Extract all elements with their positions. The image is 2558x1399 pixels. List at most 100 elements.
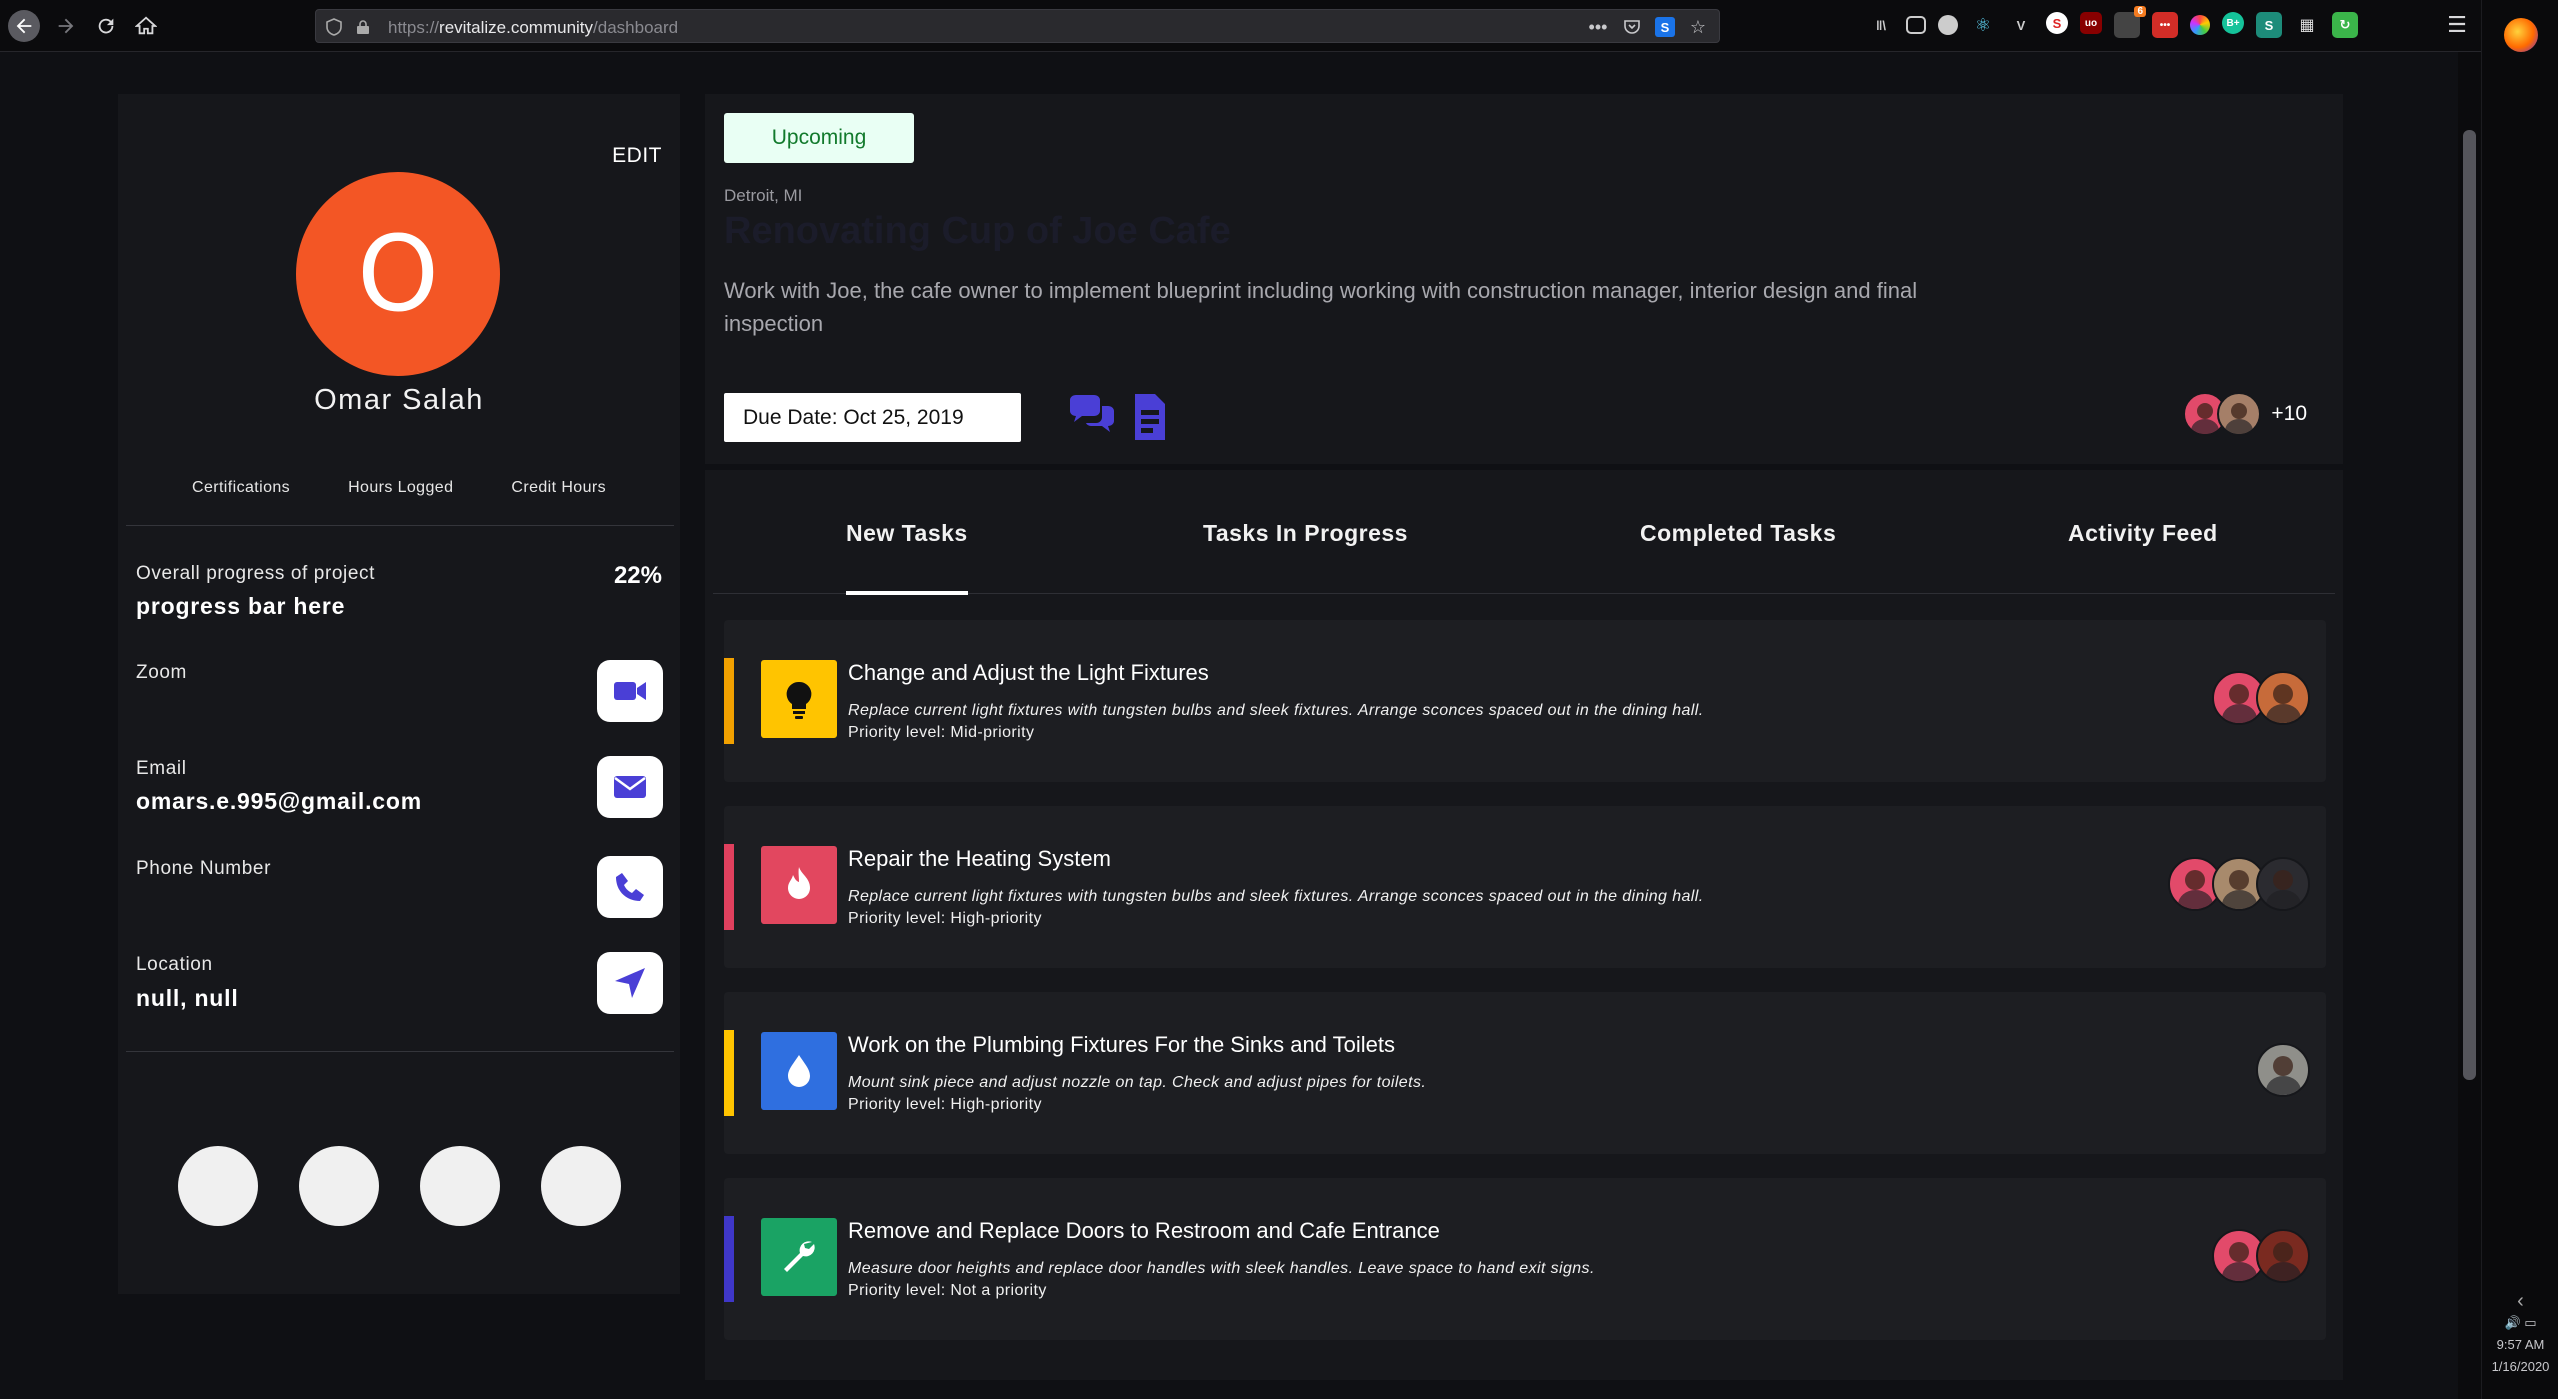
social-link-1[interactable] xyxy=(178,1146,258,1226)
url-scheme: https:// xyxy=(388,18,440,37)
phone-icon xyxy=(616,873,644,901)
extension-badge-icon[interactable]: 6 xyxy=(2114,6,2146,38)
email-button[interactable] xyxy=(597,756,663,818)
email-label: Email xyxy=(136,758,187,779)
edit-profile-button[interactable]: EDIT xyxy=(612,144,662,168)
task-priority-accent xyxy=(724,1030,734,1116)
system-tray: ‹ 🔊 ▭ 9:57 AM 1/16/2020 xyxy=(2482,1290,2558,1378)
tracking-shield-icon[interactable] xyxy=(326,18,342,36)
tab-tasks-in-progress[interactable]: Tasks In Progress xyxy=(1203,520,1408,547)
assignee-avatar[interactable] xyxy=(2256,671,2310,725)
task-icon xyxy=(761,1032,837,1110)
avatar: O xyxy=(296,172,500,376)
tab-activity-feed[interactable]: Activity Feed xyxy=(2068,520,2218,547)
stat-certifications[interactable]: Certifications xyxy=(192,479,290,497)
url-path: /dashboard xyxy=(593,18,679,37)
water-drop-icon xyxy=(788,1055,810,1087)
task-priority: Priority level: High-priority xyxy=(848,1096,1042,1113)
tab-completed-tasks[interactable]: Completed Tasks xyxy=(1640,520,1836,547)
page-scrollbar[interactable] xyxy=(2458,52,2481,1399)
sidebar-icon[interactable] xyxy=(1906,16,1926,34)
react-devtools-icon[interactable]: ⚛ xyxy=(1970,12,1996,38)
home-button[interactable] xyxy=(130,10,162,42)
zoom-label: Zoom xyxy=(136,662,187,683)
project-title: Renovating Cup of Joe Cafe xyxy=(724,210,1231,252)
phone-button[interactable] xyxy=(597,856,663,918)
team-member-avatar[interactable] xyxy=(2217,392,2262,436)
task-card[interactable]: Work on the Plumbing Fixtures For the Si… xyxy=(724,992,2326,1154)
chat-bubbles-icon[interactable] xyxy=(1066,392,1118,442)
task-priority-accent xyxy=(724,1216,734,1302)
clock-date[interactable]: 1/16/2020 xyxy=(2482,1356,2558,1378)
location-label: Location xyxy=(136,954,213,975)
forward-button[interactable] xyxy=(50,10,82,42)
assignee-avatar[interactable] xyxy=(2256,857,2310,911)
task-card[interactable]: Change and Adjust the Light Fixtures Rep… xyxy=(724,620,2326,782)
social-link-3[interactable] xyxy=(420,1146,500,1226)
stat-hours-logged[interactable]: Hours Logged xyxy=(348,479,453,497)
back-button[interactable] xyxy=(8,10,40,42)
project-description: Work with Joe, the cafe owner to impleme… xyxy=(724,278,1918,336)
url-text[interactable]: https://revitalize.community/dashboard xyxy=(388,18,678,38)
social-link-2[interactable] xyxy=(299,1146,379,1226)
phone-label: Phone Number xyxy=(136,858,271,879)
team-avatars[interactable]: +10 xyxy=(2183,392,2307,436)
assignee-avatar[interactable] xyxy=(2256,1229,2310,1283)
progress-percent: 22% xyxy=(613,562,662,589)
reload-button[interactable] xyxy=(90,10,122,42)
document-icon[interactable] xyxy=(1123,392,1175,442)
task-assignees[interactable] xyxy=(2256,1043,2310,1097)
browser-toolbar: https://revitalize.community/dashboard •… xyxy=(0,0,2481,52)
firefox-icon[interactable] xyxy=(2504,18,2538,52)
volume-network-icons[interactable]: 🔊 ▭ xyxy=(2482,1312,2558,1334)
lastpass-icon[interactable]: ••• xyxy=(2152,12,2178,38)
os-taskbar: ‹ 🔊 ▭ 9:57 AM 1/16/2020 xyxy=(2481,0,2558,1399)
vue-devtools-icon[interactable]: V xyxy=(2008,12,2034,38)
task-title: Work on the Plumbing Fixtures For the Si… xyxy=(848,1032,1395,1057)
profile-name: Omar Salah xyxy=(314,384,484,416)
address-bar[interactable]: https://revitalize.community/dashboard •… xyxy=(315,9,1720,43)
task-assignees[interactable] xyxy=(2168,857,2310,911)
task-card[interactable]: Repair the Heating System Replace curren… xyxy=(724,806,2326,968)
active-tab-indicator xyxy=(846,591,968,595)
task-tabs: New Tasks Tasks In Progress Completed Ta… xyxy=(713,470,2335,595)
bookmark-star-icon[interactable]: ☆ xyxy=(1687,16,1709,38)
ublock-icon[interactable]: uo xyxy=(2080,12,2102,34)
scrollbar-thumb[interactable] xyxy=(2463,130,2476,1080)
extension-s-teal-icon[interactable]: S xyxy=(2256,12,2282,38)
page-actions-icon[interactable]: ••• xyxy=(1587,16,1609,38)
social-links xyxy=(178,1146,621,1226)
pocket-icon[interactable] xyxy=(1621,16,1643,38)
social-link-4[interactable] xyxy=(541,1146,621,1226)
extension-green-icon[interactable]: ↻ xyxy=(2332,12,2358,38)
location-button[interactable] xyxy=(597,952,663,1014)
extension-s-icon[interactable]: S xyxy=(1655,17,1675,37)
profile-stats: Certifications Hours Logged Credit Hours xyxy=(118,479,680,497)
extension-s-red-icon[interactable]: S xyxy=(2046,12,2068,34)
tasks-panel: New Tasks Tasks In Progress Completed Ta… xyxy=(705,470,2343,1380)
color-picker-icon[interactable] xyxy=(2190,15,2210,35)
library-icon[interactable]: ‖\ xyxy=(1868,12,1894,38)
grammar-icon[interactable]: B+ xyxy=(2222,12,2244,34)
apps-grid-icon[interactable]: ▦ xyxy=(2294,12,2320,38)
task-icon xyxy=(761,846,837,924)
hamburger-menu-icon[interactable]: ☰ xyxy=(2444,12,2470,38)
task-card[interactable]: Remove and Replace Doors to Restroom and… xyxy=(724,1178,2326,1340)
account-icon[interactable] xyxy=(1938,15,1958,35)
arrow-left-icon xyxy=(16,18,32,34)
task-assignees[interactable] xyxy=(2212,1229,2310,1283)
tab-new-tasks[interactable]: New Tasks xyxy=(846,520,968,547)
task-priority-accent xyxy=(724,844,734,930)
zoom-button[interactable] xyxy=(597,660,663,722)
task-priority: Priority level: High-priority xyxy=(848,910,1042,927)
assignee-avatar[interactable] xyxy=(2256,1043,2310,1097)
task-assignees[interactable] xyxy=(2212,671,2310,725)
stat-credit-hours[interactable]: Credit Hours xyxy=(511,479,606,497)
lock-icon[interactable] xyxy=(356,19,370,35)
task-priority: Priority level: Mid-priority xyxy=(848,724,1035,741)
url-host: revitalize.community xyxy=(439,18,594,37)
lightbulb-icon xyxy=(786,681,812,719)
chevron-left-icon[interactable]: ‹ xyxy=(2482,1290,2558,1312)
clock-time[interactable]: 9:57 AM xyxy=(2482,1334,2558,1356)
team-more-count[interactable]: +10 xyxy=(2271,402,2307,426)
